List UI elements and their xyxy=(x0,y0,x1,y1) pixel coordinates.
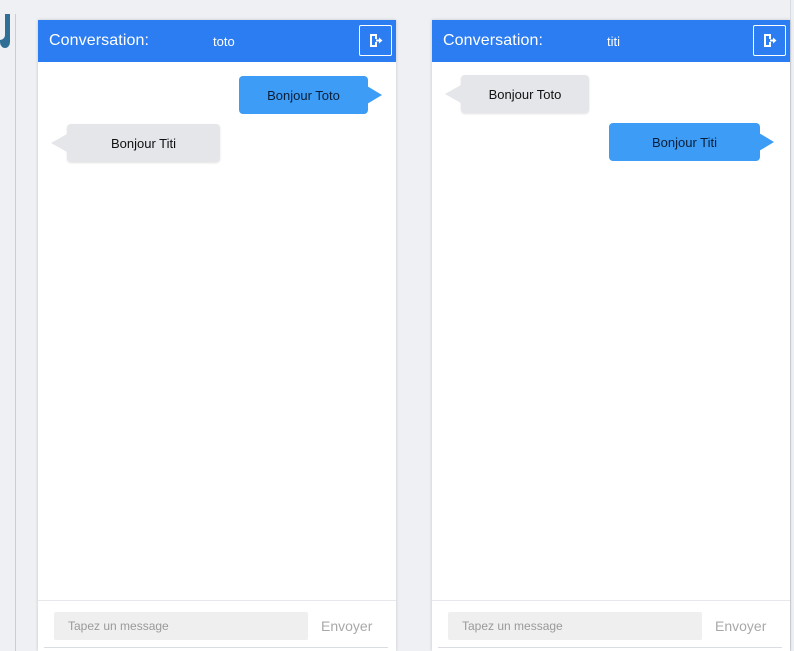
chat-panel-toto: Conversation: toto Bonjour Toto Bonjour … xyxy=(38,20,396,651)
logout-icon xyxy=(763,34,776,47)
conversation-user-name: toto xyxy=(213,34,235,49)
message-bubble-sent: Bonjour Titi xyxy=(609,123,774,161)
logout-icon xyxy=(369,34,382,47)
left-divider xyxy=(15,14,16,651)
message-input[interactable] xyxy=(448,612,702,640)
message-composer: Envoyer xyxy=(432,600,790,651)
message-bubble-sent: Bonjour Toto xyxy=(239,76,382,114)
message-bubble-received: Bonjour Titi xyxy=(51,124,220,162)
header-label: Conversation: xyxy=(443,32,544,49)
send-button[interactable]: Envoyer xyxy=(321,618,372,634)
send-button[interactable]: Envoyer xyxy=(715,618,766,634)
logout-button[interactable] xyxy=(359,25,392,56)
message-text: Bonjour Toto xyxy=(488,86,562,102)
app-window: Conversation: toto Bonjour Toto Bonjour … xyxy=(0,0,794,651)
message-list: Bonjour Toto Bonjour Titi xyxy=(38,62,396,600)
message-list: Bonjour Toto Bonjour Titi xyxy=(432,62,790,600)
message-text: Bonjour Titi xyxy=(651,134,718,150)
composer-underline xyxy=(44,647,388,648)
message-composer: Envoyer xyxy=(38,600,396,651)
message-text: Bonjour Titi xyxy=(110,135,177,151)
logo-fragment xyxy=(0,14,10,48)
conversation-user-name: titi xyxy=(607,34,620,49)
message-input[interactable] xyxy=(54,612,308,640)
right-divider xyxy=(790,0,791,651)
message-text: Bonjour Toto xyxy=(267,87,340,103)
logout-button[interactable] xyxy=(753,25,786,56)
header-label: Conversation: xyxy=(49,32,150,49)
chat-panel-titi: Conversation: titi Bonjour Toto Bonjour … xyxy=(432,20,790,651)
composer-underline xyxy=(438,647,782,648)
chat-header: Conversation: titi xyxy=(432,20,790,62)
chat-header: Conversation: toto xyxy=(38,20,396,62)
message-bubble-received: Bonjour Toto xyxy=(445,75,589,113)
